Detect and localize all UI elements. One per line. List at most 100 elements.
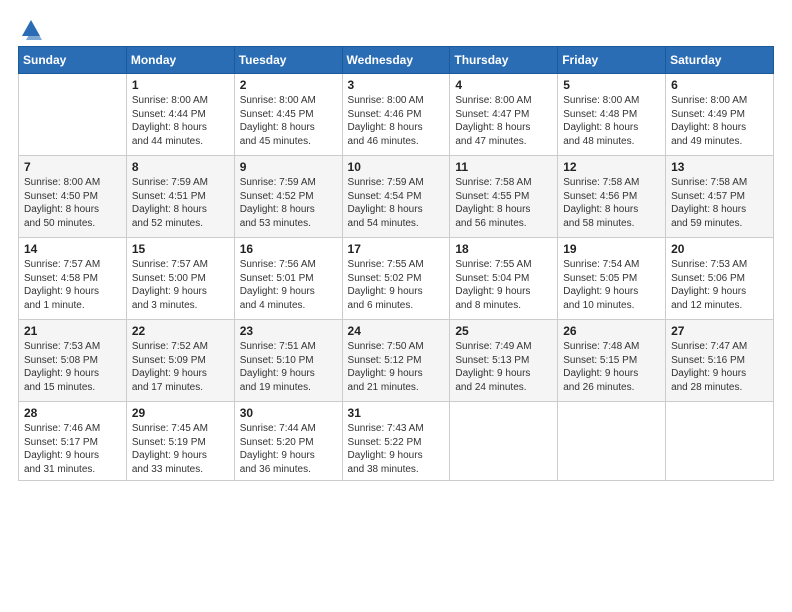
week-row-4: 28Sunrise: 7:46 AM Sunset: 5:17 PM Dayli… bbox=[19, 402, 774, 481]
day-info: Sunrise: 8:00 AM Sunset: 4:49 PM Dayligh… bbox=[671, 94, 768, 148]
calendar-cell: 23Sunrise: 7:51 AM Sunset: 5:10 PM Dayli… bbox=[234, 320, 342, 402]
day-number: 18 bbox=[455, 242, 552, 256]
week-row-1: 7 Sunrise: 8:00 AM Sunset: 4:50 PM Daylig… bbox=[19, 156, 774, 238]
day-info: Sunrise: 7:58 AM Sunset: 4:55 PM Dayligh… bbox=[455, 176, 552, 230]
day-number: 6 bbox=[671, 78, 768, 92]
day-info: Sunrise: 7:54 AM Sunset: 5:05 PM Dayligh… bbox=[563, 258, 660, 312]
calendar-cell: 5 Sunrise: 8:00 AM Sunset: 4:48 PM Daylig… bbox=[558, 74, 666, 156]
day-number: 4 bbox=[455, 78, 552, 92]
week-row-2: 14 Sunrise: 7:57 AM Sunset: 4:58 PM Dayli… bbox=[19, 238, 774, 320]
calendar-cell: 2 Sunrise: 8:00 AM Sunset: 4:45 PM Daylig… bbox=[234, 74, 342, 156]
logo-text bbox=[18, 18, 42, 40]
calendar-cell: 8 Sunrise: 7:59 AM Sunset: 4:51 PM Daylig… bbox=[126, 156, 234, 238]
day-number: 5 bbox=[563, 78, 660, 92]
calendar-cell: 11 Sunrise: 7:58 AM Sunset: 4:55 PM Dayli… bbox=[450, 156, 558, 238]
day-number: 20 bbox=[671, 242, 768, 256]
day-number: 7 bbox=[24, 160, 121, 174]
day-number: 29 bbox=[132, 406, 229, 420]
day-info: Sunrise: 7:59 AM Sunset: 4:54 PM Dayligh… bbox=[348, 176, 445, 230]
calendar-cell: 22Sunrise: 7:52 AM Sunset: 5:09 PM Dayli… bbox=[126, 320, 234, 402]
day-number: 8 bbox=[132, 160, 229, 174]
day-info: Sunrise: 7:59 AM Sunset: 4:51 PM Dayligh… bbox=[132, 176, 229, 230]
day-info: Sunrise: 7:56 AM Sunset: 5:01 PM Dayligh… bbox=[240, 258, 337, 312]
calendar-cell: 31 Sunrise: 7:43 AM Sunset: 5:22 PM Dayli… bbox=[342, 402, 450, 481]
day-number: 14 bbox=[24, 242, 121, 256]
calendar-cell: 26 Sunrise: 7:48 AM Sunset: 5:15 PM Dayli… bbox=[558, 320, 666, 402]
day-number: 16 bbox=[240, 242, 337, 256]
day-info: Sunrise: 7:59 AM Sunset: 4:52 PM Dayligh… bbox=[240, 176, 337, 230]
week-row-0: 1 Sunrise: 8:00 AM Sunset: 4:44 PM Daylig… bbox=[19, 74, 774, 156]
day-number: 11 bbox=[455, 160, 552, 174]
calendar-cell: 17 Sunrise: 7:55 AM Sunset: 5:02 PM Dayli… bbox=[342, 238, 450, 320]
calendar-cell: 1 Sunrise: 8:00 AM Sunset: 4:44 PM Daylig… bbox=[126, 74, 234, 156]
weekday-header-tuesday: Tuesday bbox=[234, 47, 342, 74]
day-number: 3 bbox=[348, 78, 445, 92]
day-info: Sunrise: 8:00 AM Sunset: 4:44 PM Dayligh… bbox=[132, 94, 229, 148]
day-number: 17 bbox=[348, 242, 445, 256]
day-info: Sunrise: 8:00 AM Sunset: 4:46 PM Dayligh… bbox=[348, 94, 445, 148]
day-info: Sunrise: 7:57 AM Sunset: 4:58 PM Dayligh… bbox=[24, 258, 121, 312]
calendar-page: SundayMondayTuesdayWednesdayThursdayFrid… bbox=[0, 0, 792, 612]
calendar-cell: 10 Sunrise: 7:59 AM Sunset: 4:54 PM Dayli… bbox=[342, 156, 450, 238]
logo-icon bbox=[20, 18, 42, 40]
day-number: 10 bbox=[348, 160, 445, 174]
calendar-cell: 24 Sunrise: 7:50 AM Sunset: 5:12 PM Dayli… bbox=[342, 320, 450, 402]
day-number: 24 bbox=[348, 324, 445, 338]
calendar-cell: 21 Sunrise: 7:53 AM Sunset: 5:08 PM Dayli… bbox=[19, 320, 127, 402]
calendar-cell bbox=[666, 402, 774, 481]
day-number: 15 bbox=[132, 242, 229, 256]
calendar-cell: 4 Sunrise: 8:00 AM Sunset: 4:47 PM Daylig… bbox=[450, 74, 558, 156]
calendar-cell: 19Sunrise: 7:54 AM Sunset: 5:05 PM Dayli… bbox=[558, 238, 666, 320]
day-number: 30 bbox=[240, 406, 337, 420]
day-info: Sunrise: 7:50 AM Sunset: 5:12 PM Dayligh… bbox=[348, 340, 445, 394]
day-info: Sunrise: 7:48 AM Sunset: 5:15 PM Dayligh… bbox=[563, 340, 660, 394]
calendar-cell bbox=[558, 402, 666, 481]
day-info: Sunrise: 8:00 AM Sunset: 4:48 PM Dayligh… bbox=[563, 94, 660, 148]
day-info: Sunrise: 8:00 AM Sunset: 4:45 PM Dayligh… bbox=[240, 94, 337, 148]
calendar-cell: 12 Sunrise: 7:58 AM Sunset: 4:56 PM Dayli… bbox=[558, 156, 666, 238]
day-info: Sunrise: 7:55 AM Sunset: 5:02 PM Dayligh… bbox=[348, 258, 445, 312]
weekday-header-saturday: Saturday bbox=[666, 47, 774, 74]
weekday-header-monday: Monday bbox=[126, 47, 234, 74]
weekday-header-wednesday: Wednesday bbox=[342, 47, 450, 74]
day-info: Sunrise: 7:47 AM Sunset: 5:16 PM Dayligh… bbox=[671, 340, 768, 394]
calendar-cell: 16 Sunrise: 7:56 AM Sunset: 5:01 PM Dayli… bbox=[234, 238, 342, 320]
calendar-cell: 30 Sunrise: 7:44 AM Sunset: 5:20 PM Dayli… bbox=[234, 402, 342, 481]
week-row-3: 21 Sunrise: 7:53 AM Sunset: 5:08 PM Dayli… bbox=[19, 320, 774, 402]
day-info: Sunrise: 7:43 AM Sunset: 5:22 PM Dayligh… bbox=[348, 422, 445, 476]
day-info: Sunrise: 7:53 AM Sunset: 5:06 PM Dayligh… bbox=[671, 258, 768, 312]
day-number: 23 bbox=[240, 324, 337, 338]
day-info: Sunrise: 8:00 AM Sunset: 4:47 PM Dayligh… bbox=[455, 94, 552, 148]
calendar-cell: 18Sunrise: 7:55 AM Sunset: 5:04 PM Dayli… bbox=[450, 238, 558, 320]
day-number: 28 bbox=[24, 406, 121, 420]
calendar-cell: 20 Sunrise: 7:53 AM Sunset: 5:06 PM Dayli… bbox=[666, 238, 774, 320]
weekday-header-friday: Friday bbox=[558, 47, 666, 74]
calendar-cell: 14 Sunrise: 7:57 AM Sunset: 4:58 PM Dayli… bbox=[19, 238, 127, 320]
day-number: 9 bbox=[240, 160, 337, 174]
calendar-cell: 7 Sunrise: 8:00 AM Sunset: 4:50 PM Daylig… bbox=[19, 156, 127, 238]
day-info: Sunrise: 7:57 AM Sunset: 5:00 PM Dayligh… bbox=[132, 258, 229, 312]
day-number: 25 bbox=[455, 324, 552, 338]
calendar-table: SundayMondayTuesdayWednesdayThursdayFrid… bbox=[18, 46, 774, 481]
day-number: 31 bbox=[348, 406, 445, 420]
day-number: 2 bbox=[240, 78, 337, 92]
day-number: 13 bbox=[671, 160, 768, 174]
day-info: Sunrise: 7:44 AM Sunset: 5:20 PM Dayligh… bbox=[240, 422, 337, 476]
day-number: 27 bbox=[671, 324, 768, 338]
day-info: Sunrise: 7:58 AM Sunset: 4:56 PM Dayligh… bbox=[563, 176, 660, 230]
calendar-cell: 9 Sunrise: 7:59 AM Sunset: 4:52 PM Daylig… bbox=[234, 156, 342, 238]
day-number: 1 bbox=[132, 78, 229, 92]
day-info: Sunrise: 8:00 AM Sunset: 4:50 PM Dayligh… bbox=[24, 176, 121, 230]
calendar-cell: 13 Sunrise: 7:58 AM Sunset: 4:57 PM Dayli… bbox=[666, 156, 774, 238]
weekday-header-sunday: Sunday bbox=[19, 47, 127, 74]
calendar-cell: 27 Sunrise: 7:47 AM Sunset: 5:16 PM Dayli… bbox=[666, 320, 774, 402]
day-number: 22 bbox=[132, 324, 229, 338]
weekday-header-row: SundayMondayTuesdayWednesdayThursdayFrid… bbox=[19, 47, 774, 74]
day-number: 21 bbox=[24, 324, 121, 338]
calendar-cell: 3 Sunrise: 8:00 AM Sunset: 4:46 PM Daylig… bbox=[342, 74, 450, 156]
day-number: 12 bbox=[563, 160, 660, 174]
header bbox=[18, 18, 774, 36]
day-number: 26 bbox=[563, 324, 660, 338]
day-info: Sunrise: 7:53 AM Sunset: 5:08 PM Dayligh… bbox=[24, 340, 121, 394]
day-info: Sunrise: 7:58 AM Sunset: 4:57 PM Dayligh… bbox=[671, 176, 768, 230]
